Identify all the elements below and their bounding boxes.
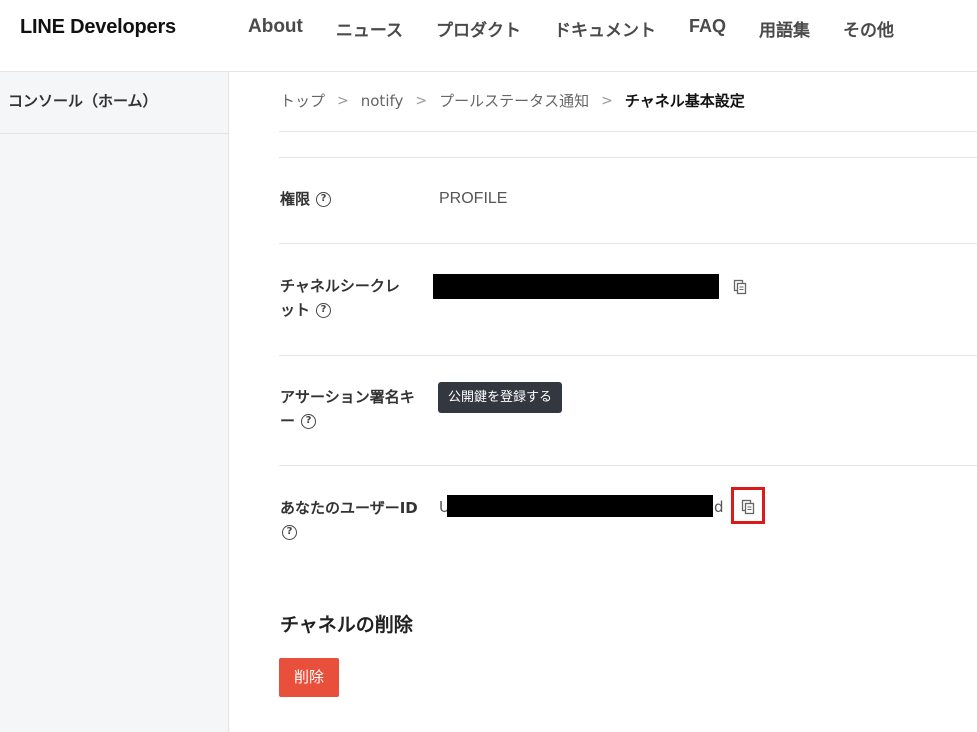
nav-glossary[interactable]: 用語集 <box>759 16 810 41</box>
nav-more[interactable]: その他 <box>843 16 894 41</box>
main-nav: About ニュース プロダクト ドキュメント FAQ 用語集 その他 <box>248 16 927 41</box>
nav-documents[interactable]: ドキュメント <box>554 16 656 41</box>
user-id-label-text: あなたのユーザーID <box>280 499 418 517</box>
breadcrumb-provider[interactable]: notify <box>361 92 404 110</box>
assertion-key-label-line1: アサーション署名キ <box>280 388 415 406</box>
delete-channel-heading: チャネルの削除 <box>280 614 413 636</box>
channel-secret-label: チャネルシークレ ット? <box>280 274 430 322</box>
help-icon[interactable]: ? <box>282 525 297 540</box>
nav-faq[interactable]: FAQ <box>689 16 726 41</box>
breadcrumb-top[interactable]: トップ <box>280 90 325 111</box>
channel-secret-label-line2: ット <box>280 301 311 319</box>
sidebar-item-console-home[interactable]: コンソール（ホーム） <box>0 72 229 134</box>
permission-label: 権限? <box>280 187 430 211</box>
help-icon[interactable]: ? <box>316 192 332 207</box>
breadcrumb: トップ > notify > プールステータス通知 > チャネル基本設定 <box>280 90 745 111</box>
permission-value: PROFILE <box>439 190 508 207</box>
permission-label-text: 権限 <box>280 190 311 208</box>
divider <box>279 465 977 466</box>
sidebar: コンソール（ホーム） <box>0 72 229 732</box>
nav-news[interactable]: ニュース <box>336 16 403 41</box>
redacted-user-id <box>447 495 713 517</box>
user-id-label: あなたのユーザーID ? <box>280 496 430 544</box>
register-public-key-button[interactable]: 公開鍵を登録する <box>438 382 563 413</box>
copy-icon[interactable] <box>740 499 756 515</box>
top-header: LINE Developers About ニュース プロダクト ドキュメント … <box>0 0 977 72</box>
user-id-suffix: d <box>714 498 724 516</box>
nav-products[interactable]: プロダクト <box>436 16 521 41</box>
assertion-key-label-line2: ー <box>280 412 296 430</box>
assertion-key-label: アサーション署名キ ー? <box>280 385 430 433</box>
divider <box>279 243 977 244</box>
divider <box>279 157 977 158</box>
divider <box>279 131 977 132</box>
breadcrumb-separator: > <box>415 92 428 109</box>
redacted-channel-secret <box>433 274 719 299</box>
nav-about[interactable]: About <box>248 16 303 41</box>
delete-button[interactable]: 削除 <box>279 658 339 697</box>
divider <box>279 355 977 356</box>
breadcrumb-separator: > <box>601 92 613 109</box>
channel-secret-label-line1: チャネルシークレ <box>280 277 400 295</box>
copy-icon[interactable] <box>732 279 748 295</box>
help-icon[interactable]: ? <box>301 414 317 429</box>
help-icon[interactable]: ? <box>316 303 332 318</box>
line-developers-logo[interactable]: LINE Developers <box>20 16 176 39</box>
breadcrumb-current-page: チャネル基本設定 <box>624 92 745 110</box>
breadcrumb-separator: > <box>337 92 349 109</box>
breadcrumb-channel[interactable]: プールステータス通知 <box>439 90 589 111</box>
